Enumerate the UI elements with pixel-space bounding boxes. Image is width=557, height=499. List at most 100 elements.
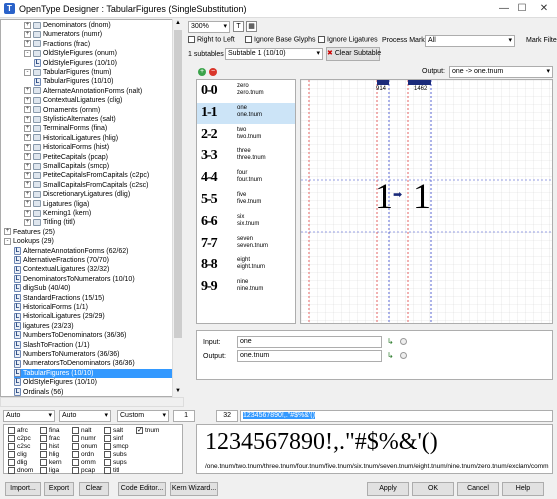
expand-icon[interactable]: + [24, 162, 31, 170]
size-stepper-2[interactable]: 32 [216, 410, 238, 422]
feature-checkbox[interactable]: dnom [8, 467, 33, 474]
right-to-left-checkbox[interactable] [188, 36, 195, 43]
ignore-lig-option[interactable]: Ignore Ligatures [318, 36, 378, 43]
apply-button[interactable]: Apply [367, 482, 409, 496]
checkbox-icon[interactable] [72, 451, 79, 458]
size-stepper-1[interactable]: 1 [173, 410, 195, 422]
collapse-icon[interactable]: - [24, 49, 31, 57]
view-icon[interactable]: ▦ [246, 21, 257, 32]
checkbox-icon[interactable]: ✓ [136, 427, 143, 434]
tree-item[interactable]: + StylisticAlternates (salt) [24, 115, 172, 125]
collapse-icon[interactable]: - [24, 68, 31, 76]
checkbox-icon[interactable] [8, 451, 15, 458]
glyph-pair-row[interactable]: 3-3 three three.tnum [197, 146, 295, 167]
feature-checkbox[interactable]: ✓ tnum [136, 427, 159, 434]
expand-icon[interactable]: + [24, 31, 31, 39]
tree-item[interactable]: L NumeratorsToDenominators (36/36) [14, 359, 172, 369]
tree-item[interactable]: + ContextualLigatures (clig) [24, 96, 172, 106]
expand-icon[interactable]: + [24, 115, 31, 123]
clear-subtable-button[interactable]: ✖ Clear Subtable [326, 47, 381, 61]
checkbox-icon[interactable] [40, 451, 47, 458]
tree-item[interactable]: L Ordinals (56) [14, 387, 172, 396]
expand-icon[interactable]: + [24, 96, 31, 104]
tree-item[interactable]: + AlternateAnnotationForms (nalt) [24, 87, 172, 97]
checkbox-icon[interactable] [104, 443, 111, 450]
checkbox-icon[interactable] [8, 435, 15, 442]
import-button[interactable]: Import... [5, 482, 41, 496]
glyph-pair-row[interactable]: 7-7 seven seven.tnum [197, 234, 295, 255]
feature-checkbox[interactable]: salt [104, 427, 123, 434]
glyph-pair-row[interactable]: 5-5 five five.tnum [197, 190, 295, 211]
checkbox-icon[interactable] [72, 435, 79, 442]
glyph-pair-row[interactable]: 6-6 six six.tnum [197, 212, 295, 233]
checkbox-icon[interactable] [104, 427, 111, 434]
collapse-icon[interactable]: - [4, 237, 11, 245]
checkbox-icon[interactable] [104, 467, 111, 474]
tree-item[interactable]: L NumbersToNumerators (36/36) [14, 350, 172, 360]
tree-item[interactable]: + DiscretionaryLigatures (dlig) [24, 190, 172, 200]
tree-item[interactable]: + Kerning1 (kern) [24, 209, 172, 219]
tree-item[interactable]: + TerminalForms (fina) [24, 124, 172, 134]
feature-checkbox[interactable]: frac [40, 435, 60, 442]
output-field[interactable]: one.tnum [237, 350, 382, 362]
checkbox-icon[interactable] [8, 427, 15, 434]
add-icon[interactable]: + [198, 68, 206, 76]
tree-item[interactable]: + Numerators (numr) [24, 30, 172, 40]
feature-checkbox[interactable]: afrc [8, 427, 28, 434]
feature-checkbox[interactable]: fina [40, 427, 59, 434]
kern-wizard-button[interactable]: Kern Wizard... [170, 482, 218, 496]
feature-checkbox[interactable]: hlig [40, 451, 59, 458]
feature-checkbox[interactable]: clig [8, 451, 27, 458]
expand-icon[interactable]: + [24, 40, 31, 48]
tree-item[interactable]: L HistoricalLigatures (29/29) [14, 312, 172, 322]
checkbox-icon[interactable] [40, 459, 47, 466]
ok-button[interactable]: OK [412, 482, 454, 496]
feature-checkbox[interactable]: pcap [72, 467, 95, 474]
glyph-canvas[interactable]: 914 1462 1 ➡ 1 [300, 79, 553, 324]
tree-item[interactable]: LdligSub (40/40) [14, 284, 172, 294]
ignore-base-checkbox[interactable] [245, 36, 252, 43]
feature-checkbox[interactable]: hist [40, 443, 59, 450]
tree-hscroll[interactable] [0, 397, 184, 407]
checkbox-icon[interactable] [8, 459, 15, 466]
pick-icon[interactable]: ↳ [387, 351, 394, 360]
font-icon[interactable]: T [233, 21, 244, 32]
tree-item[interactable]: + Titling (titl) [24, 218, 172, 228]
ignore-lig-checkbox[interactable] [318, 36, 325, 43]
feature-checkbox[interactable]: ornm [72, 459, 96, 466]
scroll-up-icon[interactable]: ▲ [174, 20, 182, 28]
maximize-button[interactable]: ☐ [515, 2, 529, 15]
tree-item[interactable]: + Denominators (dnom) [24, 21, 172, 31]
checkbox-icon[interactable] [104, 451, 111, 458]
radio-icon[interactable] [400, 352, 407, 359]
feature-checkbox[interactable]: c2sc [8, 443, 30, 450]
tree-item[interactable]: + Features (25) [4, 228, 172, 238]
glyph-pair-row[interactable]: 4-4 four four.tnum [197, 168, 295, 189]
glyph-pair-row[interactable]: 0-0 zero zero.tnum [197, 81, 295, 102]
subtable-select[interactable]: Subtable 1 (10/10) ▾ [225, 48, 323, 60]
checkbox-icon[interactable] [104, 459, 111, 466]
tree-item[interactable]: L HistoricalForms (1/1) [14, 303, 172, 313]
tree-item[interactable]: - TabularFigures (tnum) [24, 68, 172, 78]
script-select[interactable]: Auto ▾ [3, 410, 55, 422]
cancel-button[interactable]: Cancel [457, 482, 499, 496]
expand-icon[interactable]: + [24, 134, 31, 142]
tree-item[interactable]: + Fractions (frac) [24, 40, 172, 50]
tree-item[interactable]: + Ornaments (ornm) [24, 106, 172, 116]
expand-icon[interactable]: + [24, 209, 31, 217]
feature-checkbox[interactable]: ordn [72, 451, 94, 458]
glyph-pair-row[interactable]: 8-8 eight eight.tnum [197, 255, 295, 276]
tree-item[interactable]: + Ligatures (liga) [24, 200, 172, 210]
feature-checkbox[interactable]: sinf [104, 435, 123, 442]
expand-icon[interactable]: + [24, 181, 31, 189]
tree-item[interactable]: L AlternativeFractions (70/70) [14, 256, 172, 266]
tree-item[interactable]: + HistoricalForms (hist) [24, 143, 172, 153]
tree-item[interactable]: + PetiteCapitalsFromCapitals (c2pc) [24, 171, 172, 181]
expand-icon[interactable]: + [24, 172, 31, 180]
feature-checkbox[interactable]: liga [40, 467, 59, 474]
feature-checkbox[interactable]: dlig [8, 459, 27, 466]
close-button[interactable]: ✕ [537, 2, 551, 15]
feature-checkbox[interactable]: c2pc [8, 435, 31, 442]
expand-icon[interactable]: + [24, 153, 31, 161]
feature-checkbox[interactable]: titl [104, 467, 120, 474]
